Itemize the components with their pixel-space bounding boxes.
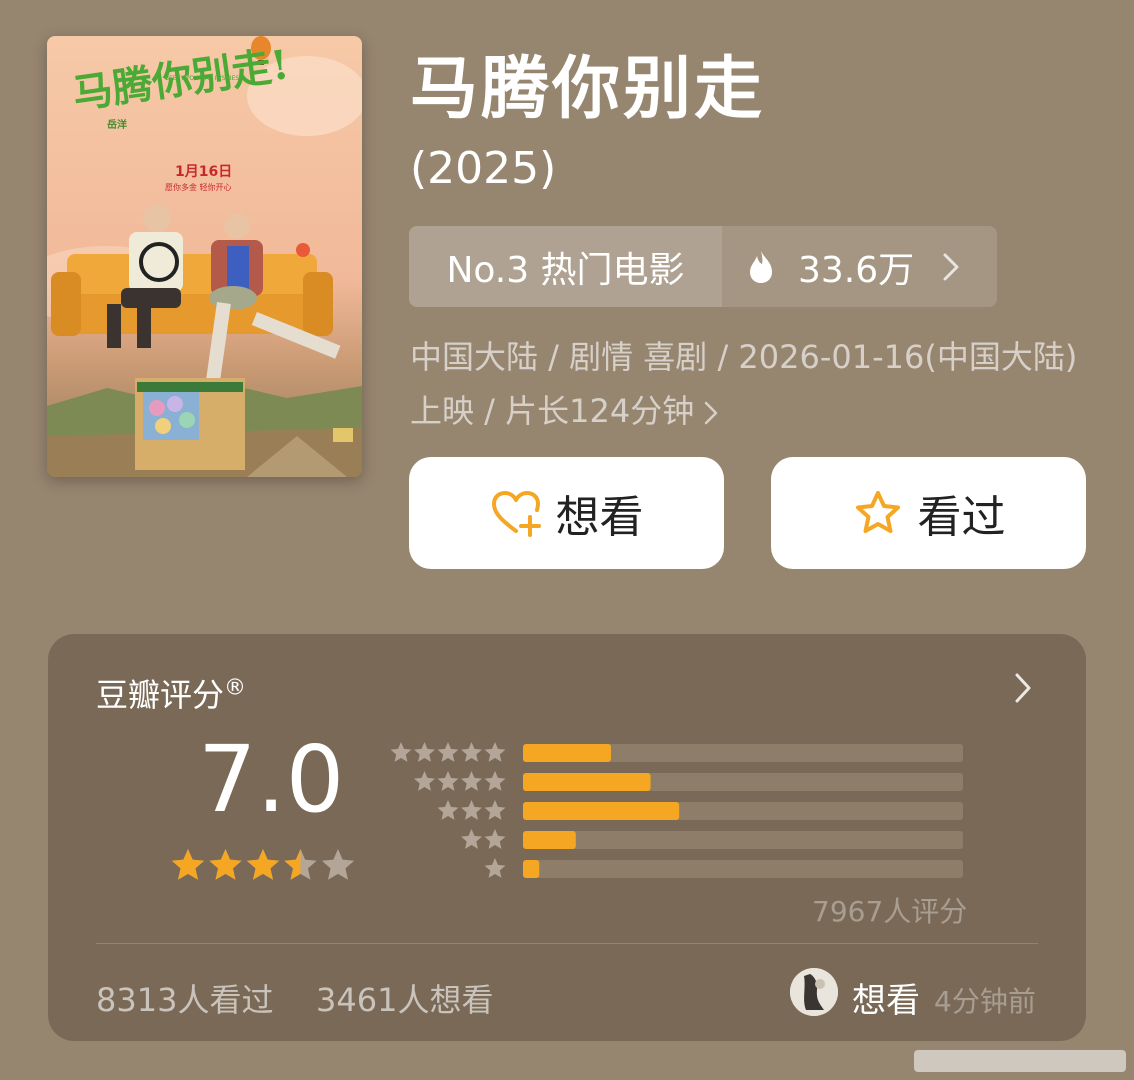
distribution-star (461, 800, 482, 820)
distribution-star (437, 800, 459, 820)
svg-text:BEEEY YOU HAV IT'S BEST: BEEEY YOU HAV IT'S BEST (165, 75, 243, 82)
heat-value: 33.6万 (798, 249, 915, 291)
distribution-star (390, 742, 412, 762)
svg-text:岳洋: 岳洋 (107, 118, 127, 131)
movie-poster[interactable]: 马腾你别走! BEEEY YOU HAV IT'S BEST 岳洋 1月16日 … (47, 36, 362, 477)
movie-meta-info[interactable]: 中国大陆 / 剧情 喜剧 / 2026-01-16(中国大陆)上映 / 片长12… (410, 330, 1100, 438)
distribution-star (484, 742, 506, 762)
distribution-star (484, 771, 506, 791)
flame-icon (750, 250, 772, 283)
divider (96, 943, 1038, 944)
distribution-star (437, 742, 459, 762)
distribution-bar-track (523, 831, 963, 849)
rating-card[interactable]: 豆瓣评分® 7.0 7967人评分 8313人看过 3461人想看 想看 4分钟… (48, 634, 1086, 1041)
meta-line: 中国大陆 / 剧情 喜剧 / 2026-01-16(中国大陆)上映 / 片长12… (410, 338, 1078, 430)
distribution-bar-1-star (523, 860, 540, 878)
friend-time: 4分钟前 (934, 985, 1036, 1018)
heat-section: 33.6万 (722, 226, 997, 307)
rating-distribution (390, 742, 963, 878)
movie-title: 马腾你别走 (410, 50, 766, 129)
distribution-star (461, 771, 482, 791)
heart-plus-icon (491, 491, 541, 537)
watched-button[interactable]: 看过 (771, 457, 1086, 569)
chevron-right-icon (704, 401, 718, 425)
rating-count: 7967人评分 (812, 895, 968, 928)
distribution-star (414, 771, 435, 791)
distribution-bar-2-star (523, 831, 576, 849)
want-to-watch-button[interactable]: 想看 (409, 457, 724, 569)
svg-text:愿你多金 轻你开心: 愿你多金 轻你开心 (165, 182, 232, 192)
avatar-image (790, 968, 838, 1016)
distribution-star (437, 771, 459, 791)
distribution-bar-5-star (523, 744, 611, 762)
avatar[interactable] (790, 968, 838, 1016)
poster-image: 马腾你别走! BEEEY YOU HAV IT'S BEST 岳洋 1月16日 … (47, 36, 362, 477)
want-button-label: 想看 (555, 492, 644, 543)
friend-action: 想看 (852, 981, 920, 1021)
distribution-star (484, 800, 506, 820)
watermark (914, 1050, 1126, 1072)
star-outline-icon (855, 491, 900, 533)
distribution-star (484, 858, 506, 878)
distribution-star (461, 829, 482, 849)
distribution-star (461, 742, 482, 762)
chevron-right-icon (943, 253, 959, 280)
want-count[interactable]: 3461人想看 (316, 975, 493, 1021)
svg-text:1月16日: 1月16日 (175, 164, 232, 180)
distribution-star (484, 829, 506, 849)
rank-label: No.3 热门电影 (409, 226, 722, 307)
movie-year: (2025) (410, 143, 557, 194)
seen-count[interactable]: 8313人看过 (96, 975, 273, 1021)
ranking-pill[interactable]: No.3 热门电影 33.6万 (409, 226, 997, 307)
distribution-bar-3-star (523, 802, 680, 820)
distribution-star (414, 742, 435, 762)
seen-button-label: 看过 (917, 492, 1006, 543)
distribution-bar-4-star (523, 773, 651, 791)
distribution-bar-track (523, 860, 963, 878)
